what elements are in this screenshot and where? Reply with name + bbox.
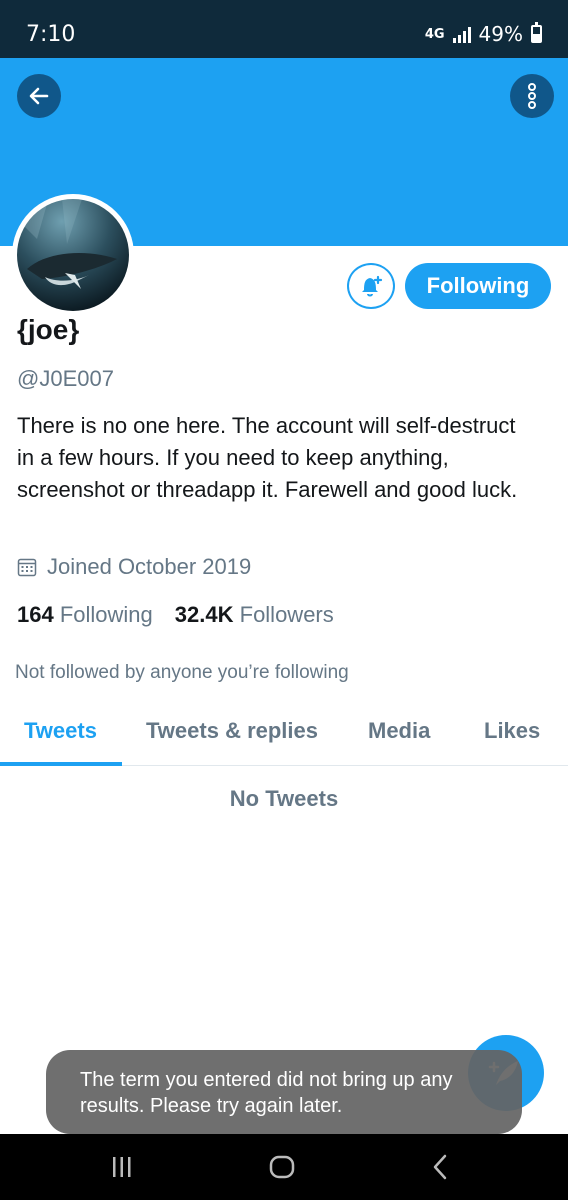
joined-date: Joined October 2019 bbox=[17, 554, 251, 580]
handle: @J0E007 bbox=[17, 366, 114, 391]
followers-count-link[interactable]: 32.4K Followers bbox=[175, 602, 334, 628]
active-tab-indicator bbox=[0, 762, 122, 766]
network-type: 4G bbox=[424, 26, 445, 42]
bell-plus-icon bbox=[362, 275, 383, 297]
status-icons: 4G 49% bbox=[425, 22, 542, 46]
avatar-image bbox=[17, 199, 129, 311]
status-time: 7:10 bbox=[26, 22, 76, 47]
avatar[interactable] bbox=[12, 194, 134, 316]
battery-text: 49% bbox=[478, 22, 523, 46]
arrow-left-icon bbox=[29, 87, 49, 105]
bio: There is no one here. The account will s… bbox=[17, 413, 518, 502]
following-count-link[interactable]: 164 Following bbox=[17, 602, 153, 628]
tab-tweets-replies[interactable]: Tweets & replies bbox=[146, 718, 318, 744]
status-bar: 7:10 4G 49% bbox=[0, 0, 568, 58]
toast-message: The term you entered did not bring up an… bbox=[46, 1050, 522, 1134]
following-count: 164 bbox=[17, 602, 54, 627]
back-icon bbox=[433, 1154, 447, 1180]
tab-likes[interactable]: Likes bbox=[484, 718, 540, 744]
profile-tabs: Tweets Tweets & replies Media Likes bbox=[0, 700, 568, 766]
following-button[interactable]: Following bbox=[405, 263, 551, 309]
display-name: {joe} bbox=[17, 314, 80, 345]
more-options-button[interactable] bbox=[510, 74, 554, 118]
followers-label: Followers bbox=[239, 602, 334, 627]
battery-icon bbox=[531, 22, 542, 43]
recent-apps-button[interactable] bbox=[102, 1154, 142, 1180]
joined-text: Joined October 2019 bbox=[47, 554, 252, 579]
more-vertical-icon bbox=[528, 83, 536, 109]
following-label: Following bbox=[59, 602, 153, 627]
home-icon bbox=[269, 1155, 295, 1179]
back-button[interactable] bbox=[17, 74, 61, 118]
nav-back-button[interactable] bbox=[420, 1154, 460, 1180]
tab-media[interactable]: Media bbox=[368, 718, 430, 744]
recent-apps-icon bbox=[113, 1157, 131, 1177]
notifications-button[interactable] bbox=[347, 263, 395, 309]
home-button[interactable] bbox=[262, 1154, 302, 1180]
tab-tweets[interactable]: Tweets bbox=[24, 718, 97, 744]
followers-count: 32.4K bbox=[174, 602, 234, 627]
not-followed-notice: Not followed by anyone you’re following bbox=[15, 662, 349, 683]
empty-state: No Tweets bbox=[229, 786, 339, 811]
signal-icon bbox=[452, 25, 471, 43]
system-nav-bar bbox=[0, 1134, 568, 1200]
follow-counts: 164 Following 32.4K Followers bbox=[17, 602, 334, 628]
calendar-icon bbox=[17, 558, 37, 577]
